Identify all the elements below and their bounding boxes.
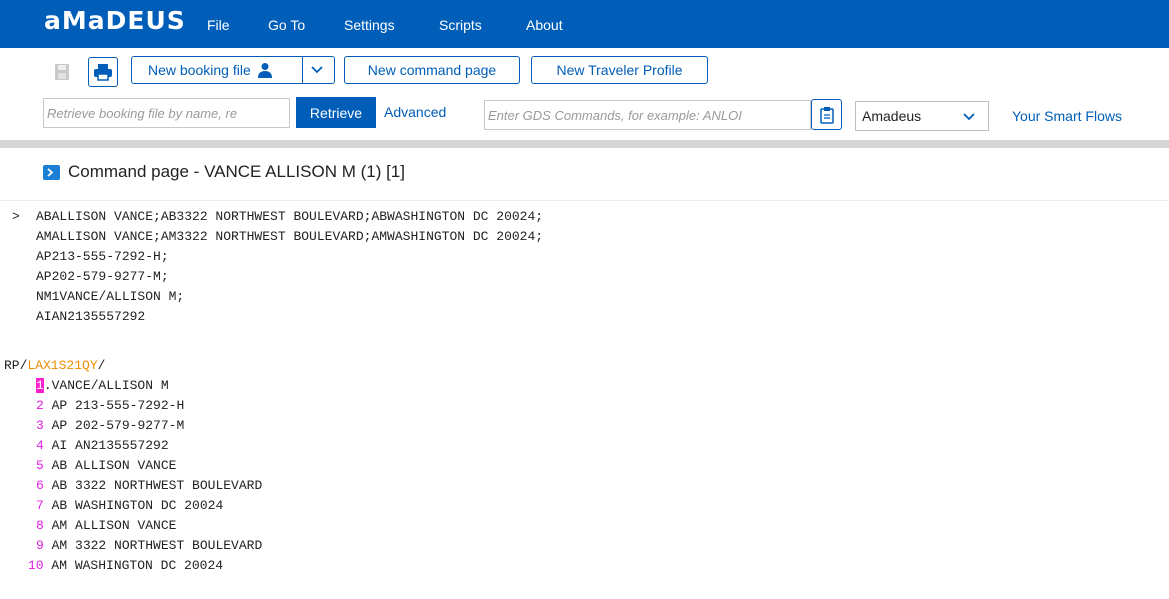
command-line: AMALLISON VANCE;AM3322 NORTHWEST BOULEVA… xyxy=(36,229,544,244)
entry-number: 3 xyxy=(36,418,44,433)
entry-number: 1 xyxy=(36,378,44,393)
entry-text: .VANCE/ALLISON M xyxy=(43,378,169,393)
pnr-entry: 10 AM WASHINGTON DC 20024 xyxy=(28,558,223,573)
menu-settings[interactable]: Settings xyxy=(344,17,395,33)
rp-prefix: RP/ xyxy=(4,358,28,373)
pnr-entry: 8 AM ALLISON VANCE xyxy=(36,518,176,533)
toolbar-separator xyxy=(0,140,1169,148)
print-icon xyxy=(94,64,112,81)
command-line: AP213-555-7292-H; xyxy=(36,249,169,264)
new-booking-file-label: New booking file xyxy=(148,62,251,78)
entry-number: 7 xyxy=(36,498,44,513)
entry-text: AB WASHINGTON DC 20024 xyxy=(51,498,224,513)
menu-bar: aMaDEUS File Go To Settings Scripts Abou… xyxy=(0,0,1169,48)
command-line: ABALLISON VANCE;AB3322 NORTHWEST BOULEVA… xyxy=(36,209,544,224)
record-locator-line: RP/LAX1S21QY/ xyxy=(4,358,105,373)
command-line: NM1VANCE/ALLISON M; xyxy=(36,289,185,304)
entry-text: AM 3322 NORTHWEST BOULEVARD xyxy=(51,538,263,553)
entry-number: 2 xyxy=(36,398,44,413)
command-page-icon xyxy=(43,164,60,180)
clipboard-button[interactable] xyxy=(811,99,842,130)
pnr-entry: 9 AM 3322 NORTHWEST BOULEVARD xyxy=(36,538,262,553)
retrieve-booking-input[interactable]: Retrieve booking file by name, re xyxy=(43,98,290,128)
entry-number: 8 xyxy=(36,518,44,533)
entry-number: 9 xyxy=(36,538,44,553)
chevron-down-icon xyxy=(963,113,975,121)
menu-about[interactable]: About xyxy=(526,17,563,33)
entry-text: AP 202-579-9277-M xyxy=(51,418,185,433)
pnr-entry: 7 AB WASHINGTON DC 20024 xyxy=(36,498,223,513)
entry-number: 4 xyxy=(36,438,44,453)
split-divider xyxy=(302,57,303,83)
pnr-entry: 5 AB ALLISON VANCE xyxy=(36,458,176,473)
pnr-entry: 1.VANCE/ALLISON M xyxy=(36,378,169,393)
pnr-entry: 2 AP 213-555-7292-H xyxy=(36,398,184,413)
clipboard-icon xyxy=(819,106,834,124)
provider-value: Amadeus xyxy=(862,108,922,124)
entry-number: 5 xyxy=(36,458,44,473)
console-prompt: > xyxy=(12,209,20,224)
page-title: Command page - VANCE ALLISON M (1) [1] xyxy=(43,162,405,182)
office-id[interactable]: LAX1S21QY xyxy=(27,358,97,373)
pnr-entry: 3 AP 202-579-9277-M xyxy=(36,418,184,433)
advanced-link[interactable]: Advanced xyxy=(384,104,446,120)
entry-number: 10 xyxy=(28,558,44,573)
pnr-entry: 6 AB 3322 NORTHWEST BOULEVARD xyxy=(36,478,262,493)
new-booking-file-button[interactable]: New booking file xyxy=(131,56,335,84)
save-button[interactable] xyxy=(49,59,75,85)
rp-suffix: / xyxy=(97,358,106,373)
menu-file[interactable]: File xyxy=(207,17,230,33)
entry-text: AP 213-555-7292-H xyxy=(51,398,185,413)
command-line: AP202-579-9277-M; xyxy=(36,269,169,284)
print-button[interactable] xyxy=(88,57,118,87)
menu-go-to[interactable]: Go To xyxy=(268,17,305,33)
entry-text: AB 3322 NORTHWEST BOULEVARD xyxy=(51,478,263,493)
page-title-text: Command page - VANCE ALLISON M (1) [1] xyxy=(68,162,405,181)
smart-flows-link[interactable]: Your Smart Flows xyxy=(1012,108,1122,124)
menu-scripts[interactable]: Scripts xyxy=(439,17,482,33)
entry-text: AB ALLISON VANCE xyxy=(51,458,177,473)
entry-text: AM WASHINGTON DC 20024 xyxy=(51,558,224,573)
entry-text: AM ALLISON VANCE xyxy=(51,518,177,533)
pnr-entry: 4 AI AN2135557292 xyxy=(36,438,169,453)
entry-text: AI AN2135557292 xyxy=(51,438,169,453)
new-traveler-profile-button[interactable]: New Traveler Profile xyxy=(531,56,708,84)
person-icon xyxy=(257,63,272,78)
retrieve-button[interactable]: Retrieve xyxy=(296,97,376,128)
chevron-down-icon[interactable] xyxy=(310,64,324,76)
amadeus-logo: aMaDEUS xyxy=(44,6,186,35)
entry-number: 6 xyxy=(36,478,44,493)
title-divider xyxy=(0,200,1169,201)
gds-command-input[interactable]: Enter GDS Commands, for example: ANLOI xyxy=(484,100,811,130)
command-line: AIAN2135557292 xyxy=(36,309,146,324)
provider-select[interactable]: Amadeus xyxy=(855,101,989,131)
save-icon xyxy=(55,64,69,80)
new-command-page-button[interactable]: New command page xyxy=(344,56,520,84)
